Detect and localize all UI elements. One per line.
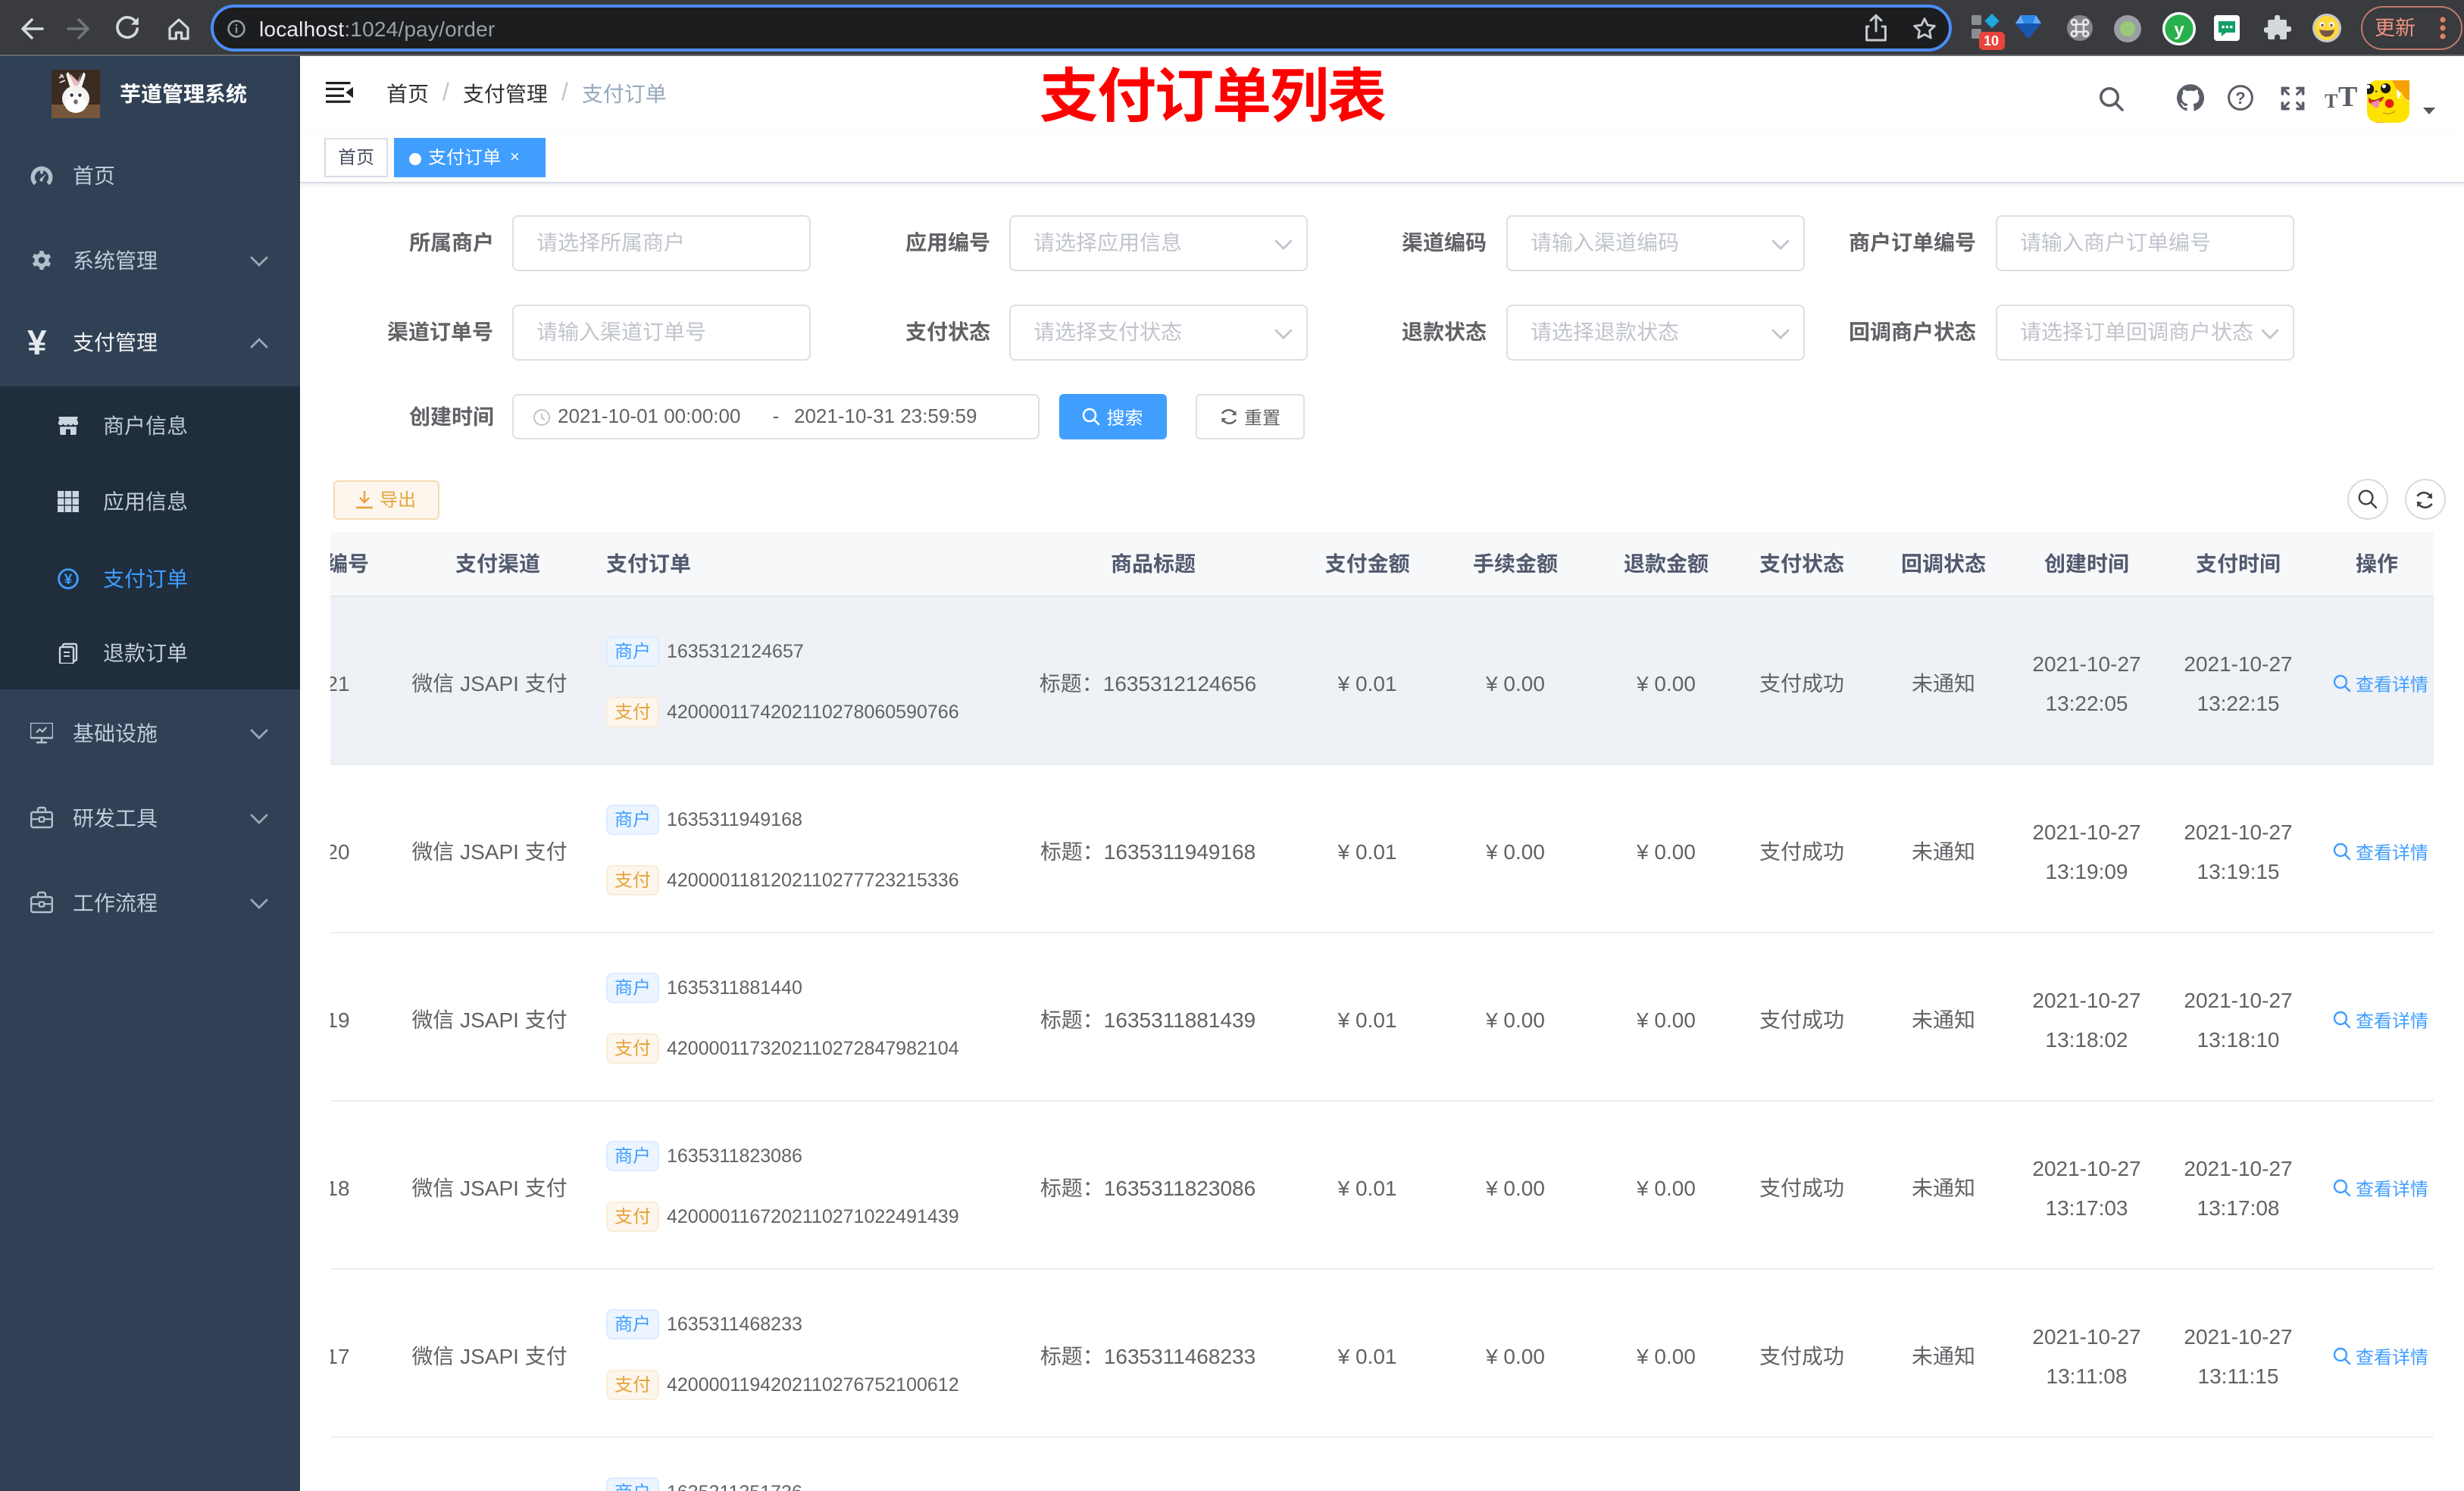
svg-text:y: y (2174, 20, 2184, 40)
svg-text:?: ? (2235, 89, 2245, 108)
svg-text:¥: ¥ (64, 571, 73, 587)
